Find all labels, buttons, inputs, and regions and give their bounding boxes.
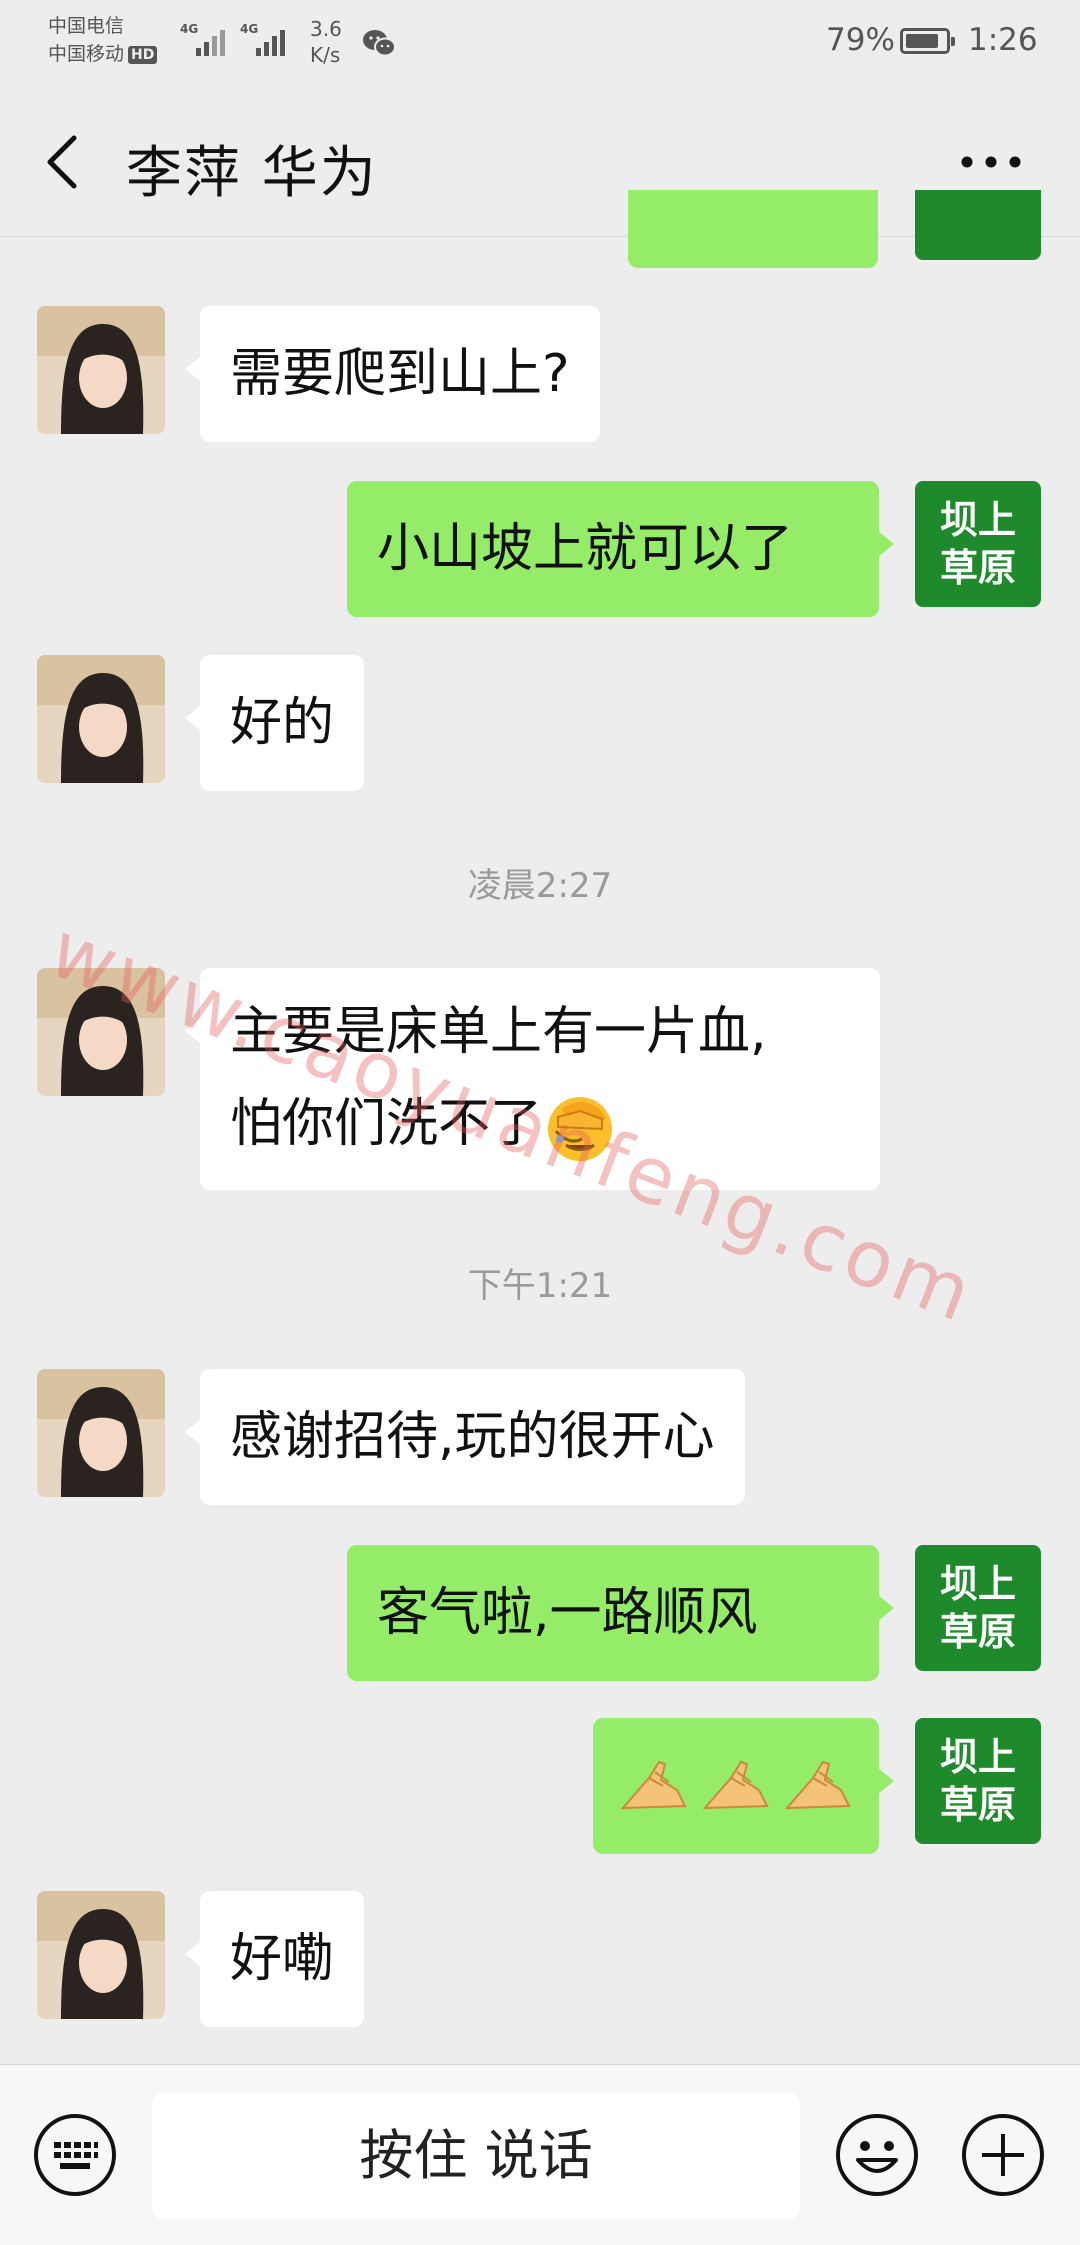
back-arrow-icon[interactable] (40, 130, 90, 194)
message-bubble-outgoing[interactable]: 客气啦,一路顺风 (347, 1545, 894, 1681)
chat-title: 李萍 华为 (126, 141, 378, 206)
self-avatar-line1: 坝上 (939, 1735, 1016, 1779)
message-bubble-outgoing[interactable]: 小山坡上就可以了 (347, 481, 894, 617)
carrier-2-label: 中国移动 (48, 43, 125, 65)
chat-input-bar: 按住 说话 (0, 2064, 1080, 2245)
self-avatar-line2: 草原 (939, 1783, 1016, 1827)
network-speed: 3.6 K/s (310, 16, 342, 68)
message-text: 好的 (230, 693, 335, 753)
signal-1-icon: 4G (180, 20, 225, 56)
network-speed-unit: K/s (310, 43, 341, 67)
pinched-fingers-emoji-icon (784, 1760, 851, 1810)
contact-avatar[interactable] (37, 655, 165, 783)
pinched-fingers-emoji-icon (620, 1760, 687, 1810)
self-avatar[interactable]: 坝上 草原 (915, 1545, 1041, 1671)
self-avatar[interactable]: 坝上 草原 (915, 481, 1041, 607)
contact-avatar-image (37, 655, 165, 783)
hd-badge: HD (128, 45, 158, 64)
self-avatar-line1: 坝上 (939, 1562, 1016, 1606)
contact-avatar[interactable] (37, 306, 165, 434)
clock: 1:26 (968, 22, 1038, 58)
message-bubble-incoming[interactable]: 需要爬到山上? (185, 306, 600, 442)
pinched-fingers-emoji-icon (702, 1760, 769, 1810)
hold-to-talk-button[interactable]: 按住 说话 (152, 2093, 800, 2219)
wechat-notification-icon (363, 30, 396, 57)
contact-avatar-image (37, 1891, 165, 2019)
message-text-line2: 怕你们洗不了 (230, 1078, 850, 1170)
message-text: 好嘞 (230, 1929, 335, 1989)
contact-avatar[interactable] (37, 1369, 165, 1497)
message-text: 感谢招待,玩的很开心 (230, 1407, 715, 1467)
contact-avatar-image (37, 1369, 165, 1497)
carrier-1: 中国电信 (48, 15, 125, 37)
self-avatar[interactable]: 坝上 草原 (915, 1718, 1041, 1844)
previous-self-avatar-fragment (915, 190, 1041, 260)
status-bar: 中国电信 中国移动 HD 4G 4G 3.6 K/s 79% 1:26 (0, 0, 1080, 90)
contact-avatar-image (37, 306, 165, 434)
battery-percent: 79% (826, 22, 895, 58)
keyboard-icon[interactable] (32, 2112, 118, 2198)
self-avatar-line2: 草原 (939, 1610, 1016, 1654)
previous-message-fragment (628, 190, 878, 268)
message-bubble-incoming[interactable]: 感谢招待,玩的很开心 (185, 1369, 745, 1505)
facepalm-emoji-icon (548, 1097, 613, 1161)
message-text: 怕你们洗不了 (230, 1094, 543, 1154)
signal-1-tag: 4G (180, 22, 199, 36)
self-avatar-line1: 坝上 (939, 498, 1016, 542)
message-bubble-incoming[interactable]: 主要是床单上有一片血, 怕你们洗不了 (185, 968, 880, 1190)
signal-2-tag: 4G (240, 22, 259, 36)
more-options-icon[interactable] (956, 144, 1026, 180)
message-text-line1: 主要是床单上有一片血, (230, 1002, 767, 1062)
message-bubble-incoming[interactable]: 好嘞 (184, 1891, 365, 2027)
message-text: 客气啦,一路顺风 (377, 1583, 758, 1643)
emoji-icon[interactable] (834, 2112, 920, 2198)
message-timestamp: 凌晨2:27 (467, 866, 613, 906)
battery-icon (900, 28, 955, 54)
plus-icon[interactable] (960, 2112, 1046, 2198)
self-avatar-line2: 草原 (939, 546, 1016, 590)
contact-avatar[interactable] (37, 968, 165, 1096)
contact-avatar[interactable] (37, 1891, 165, 2019)
message-timestamp: 下午1:21 (467, 1266, 613, 1306)
message-text: 小山坡上就可以了 (377, 519, 794, 579)
message-bubble-outgoing[interactable] (593, 1718, 894, 1854)
signal-2-icon: 4G (240, 20, 285, 56)
carrier-2: 中国移动 HD (48, 40, 158, 68)
message-bubble-incoming[interactable]: 好的 (184, 655, 365, 791)
network-speed-value: 3.6 (310, 17, 342, 41)
carrier-info: 中国电信 中国移动 HD (48, 12, 158, 68)
contact-avatar-image (37, 968, 165, 1096)
message-text: 需要爬到山上? (230, 344, 570, 404)
